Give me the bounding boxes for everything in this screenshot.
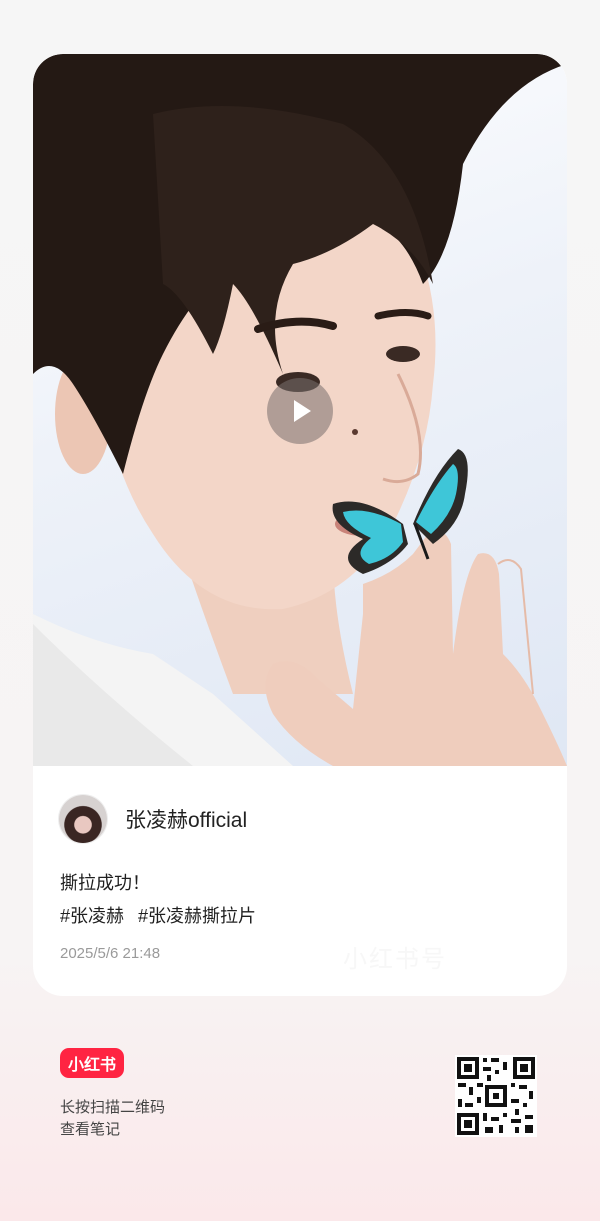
note-card: 张凌赫official 撕拉成功！ #张凌赫 #张凌赫撕拉片 2025/5/6 … <box>33 54 567 996</box>
author-row[interactable]: 张凌赫official <box>59 794 247 844</box>
post-text: 撕拉成功！ <box>60 873 150 893</box>
post-date: 2025/5/6 21:48 <box>60 945 161 962</box>
avatar[interactable] <box>59 795 107 843</box>
qr-code-icon[interactable] <box>455 1055 537 1137</box>
author-name[interactable]: 张凌赫official <box>125 804 247 834</box>
play-icon <box>294 400 311 422</box>
scan-hint-line2: 查看笔记 <box>60 1121 121 1138</box>
scan-hint: 长按扫描二维码 查看笔记 <box>60 1097 165 1141</box>
note-cover-image[interactable] <box>33 54 567 766</box>
watermark: 小红书号 <box>343 946 447 973</box>
tag-link[interactable]: #张凌赫 <box>60 902 124 928</box>
scan-hint-line1: 长按扫描二维码 <box>60 1099 166 1116</box>
tag-list: #张凌赫 #张凌赫撕拉片 <box>60 902 256 928</box>
tag-link[interactable]: #张凌赫撕拉片 <box>138 902 256 928</box>
brand-logo: 小红书 <box>60 1048 124 1078</box>
play-button[interactable] <box>267 378 333 444</box>
